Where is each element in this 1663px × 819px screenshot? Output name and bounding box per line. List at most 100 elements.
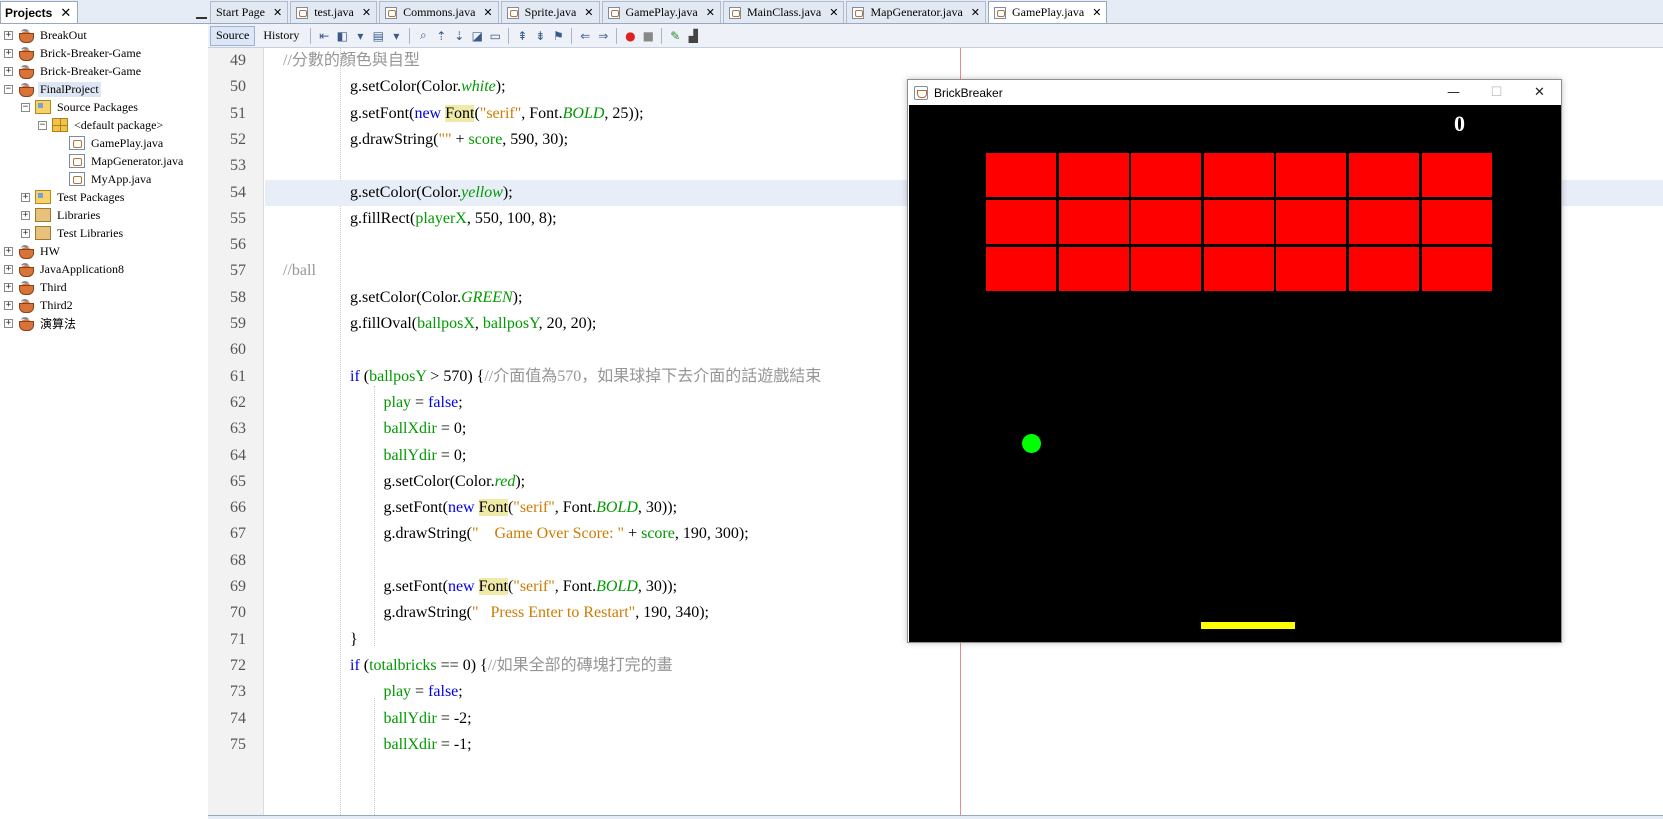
expand-icon[interactable]: + [4,246,13,256]
projects-tab[interactable]: Projects ✕ [0,1,79,23]
editor-tab[interactable]: MapGenerator.java ✕ [846,1,986,23]
find-next-icon[interactable]: ⇣ [451,28,467,44]
editor-tab[interactable]: Start Page ✕ [210,1,289,23]
close-tab-icon[interactable]: ✕ [971,6,980,19]
code-token: , 190, 300); [674,525,749,543]
close-tab-icon[interactable]: ✕ [1092,6,1101,19]
code-token: , 25)); [604,104,644,122]
expand-icon[interactable]: + [21,210,30,220]
java-file-icon [296,6,309,19]
tree-node[interactable]: + JavaApplication8 [0,260,215,278]
tree-node[interactable]: + HW [0,242,215,260]
code-token: red [494,472,516,490]
last-edit-icon[interactable]: ⇤ [316,28,332,44]
toggle-highlight-icon[interactable]: ◪ [469,28,485,44]
editor-toolbar: Source History ⇤ ◧ ▾ ▤ ▾ ⌕ ⇡ ⇣ ◪ ▭ ⇞ ⇟ ⚑… [208,24,1663,48]
project-icon [18,82,34,97]
close-icon[interactable]: ✕ [60,5,71,21]
code-token: //介面值為570，如果球掉下去介面的話遊戲結束 [484,367,822,385]
comment-icon[interactable]: ✎ [667,28,683,44]
game-board[interactable]: 0 [909,105,1561,642]
close-button[interactable]: ✕ [1518,80,1561,105]
expand-icon[interactable]: + [4,300,13,310]
uncomment-icon[interactable]: ▟ [685,28,701,44]
close-tab-icon[interactable]: ✕ [584,6,593,19]
editor-tab[interactable]: Commons.java ✕ [379,1,499,23]
next-bookmark-icon[interactable]: ⇟ [532,28,548,44]
collapse-icon[interactable]: − [21,102,30,112]
expand-icon[interactable]: + [4,282,13,292]
tree-node[interactable]: + Third [0,278,215,296]
code-token: ); [502,183,513,201]
editor-tab[interactable]: test.java ✕ [290,1,378,23]
toolbar-separator [310,27,312,44]
close-tab-icon[interactable]: ✕ [706,6,715,19]
minimize-icon[interactable] [196,17,207,19]
editor-tab[interactable]: GamePlay.java ✕ [988,1,1108,23]
stop-macro-icon[interactable]: ■ [640,28,656,44]
code-token: + [451,130,469,148]
tree-node[interactable]: − <default package> [0,116,215,134]
toggle-bookmark-icon[interactable]: ⚑ [550,28,566,44]
expand-icon[interactable]: + [21,228,30,238]
close-tab-icon[interactable]: ✕ [483,6,492,19]
expand-icon[interactable]: + [4,264,13,274]
tree-node[interactable]: MyApp.java [0,170,215,188]
tree-node[interactable]: MapGenerator.java [0,152,215,170]
toggle-rect-select-icon[interactable]: ▭ [487,28,503,44]
tree-node[interactable]: + Libraries [0,206,215,224]
close-tab-icon[interactable]: ✕ [362,6,371,19]
code-token: } [350,630,358,648]
shift-left-icon[interactable]: ⇐ [577,28,593,44]
close-tab-icon[interactable]: ✕ [829,6,838,19]
tree-node[interactable]: + Test Packages [0,188,215,206]
code-token: //如果全部的磚塊打完的畫 [487,656,673,674]
line-number: 57 [230,262,246,280]
ball [1022,434,1041,453]
expand-icon[interactable]: + [4,318,13,328]
find-icon[interactable]: ⌕ [415,28,431,44]
collapse-icon[interactable]: − [38,120,47,130]
maximize-button[interactable]: ☐ [1475,80,1518,105]
tree-node[interactable]: + BreakOut [0,26,215,44]
editor-tab[interactable]: GamePlay.java ✕ [601,1,721,23]
line-number: 68 [230,551,246,569]
tree-node[interactable]: − FinalProject [0,80,215,98]
forward-icon[interactable]: ▾ [352,28,368,44]
history-dropdown-icon[interactable]: ▤ [370,28,386,44]
editor-tab[interactable]: Sprite.java ✕ [500,1,600,23]
source-button[interactable]: Source [210,25,256,46]
close-tab-icon[interactable]: ✕ [273,6,282,19]
expand-icon[interactable]: + [4,66,13,76]
expand-icon[interactable]: + [4,48,13,58]
expand-icon[interactable]: + [4,30,13,40]
window-titlebar[interactable]: BrickBreaker — ☐ ✕ [908,80,1561,105]
find-previous-icon[interactable]: ⇡ [433,28,449,44]
tree-node[interactable]: − Source Packages [0,98,215,116]
tree-node[interactable]: + Brick-Breaker-Game [0,44,215,62]
editor-tabs: Start Page ✕ test.java ✕ Commons.java ✕ Sprite… [208,0,1663,24]
tree-node[interactable]: + 演算法 [0,314,215,332]
score-display: 0 [1454,111,1465,136]
tree-node-label: 演算法 [40,316,77,331]
code-token: ; [458,393,463,411]
expand-icon[interactable]: + [21,192,30,202]
start-macro-icon[interactable]: ● [622,28,638,44]
tree-node[interactable]: + Test Libraries [0,224,215,242]
code-token: ); [495,78,506,96]
brick [1276,200,1347,244]
minimize-button[interactable]: — [1432,80,1475,105]
shift-right-icon[interactable]: ⇒ [595,28,611,44]
code-line-text: g.setColor(Color.white); [350,74,506,100]
back-icon[interactable]: ◧ [334,28,350,44]
previous-bookmark-icon[interactable]: ⇞ [514,28,530,44]
collapse-icon[interactable]: − [4,84,13,94]
history-button[interactable]: History [257,26,305,46]
brick [986,247,1056,291]
tree-node[interactable]: + Third2 [0,296,215,314]
dropdown-icon[interactable]: ▾ [388,28,404,44]
editor-tab[interactable]: MainClass.java ✕ [722,1,845,23]
tree-node[interactable]: GamePlay.java [0,134,215,152]
tree-node[interactable]: + Brick-Breaker-Game [0,62,215,80]
code-token: false [428,393,459,411]
